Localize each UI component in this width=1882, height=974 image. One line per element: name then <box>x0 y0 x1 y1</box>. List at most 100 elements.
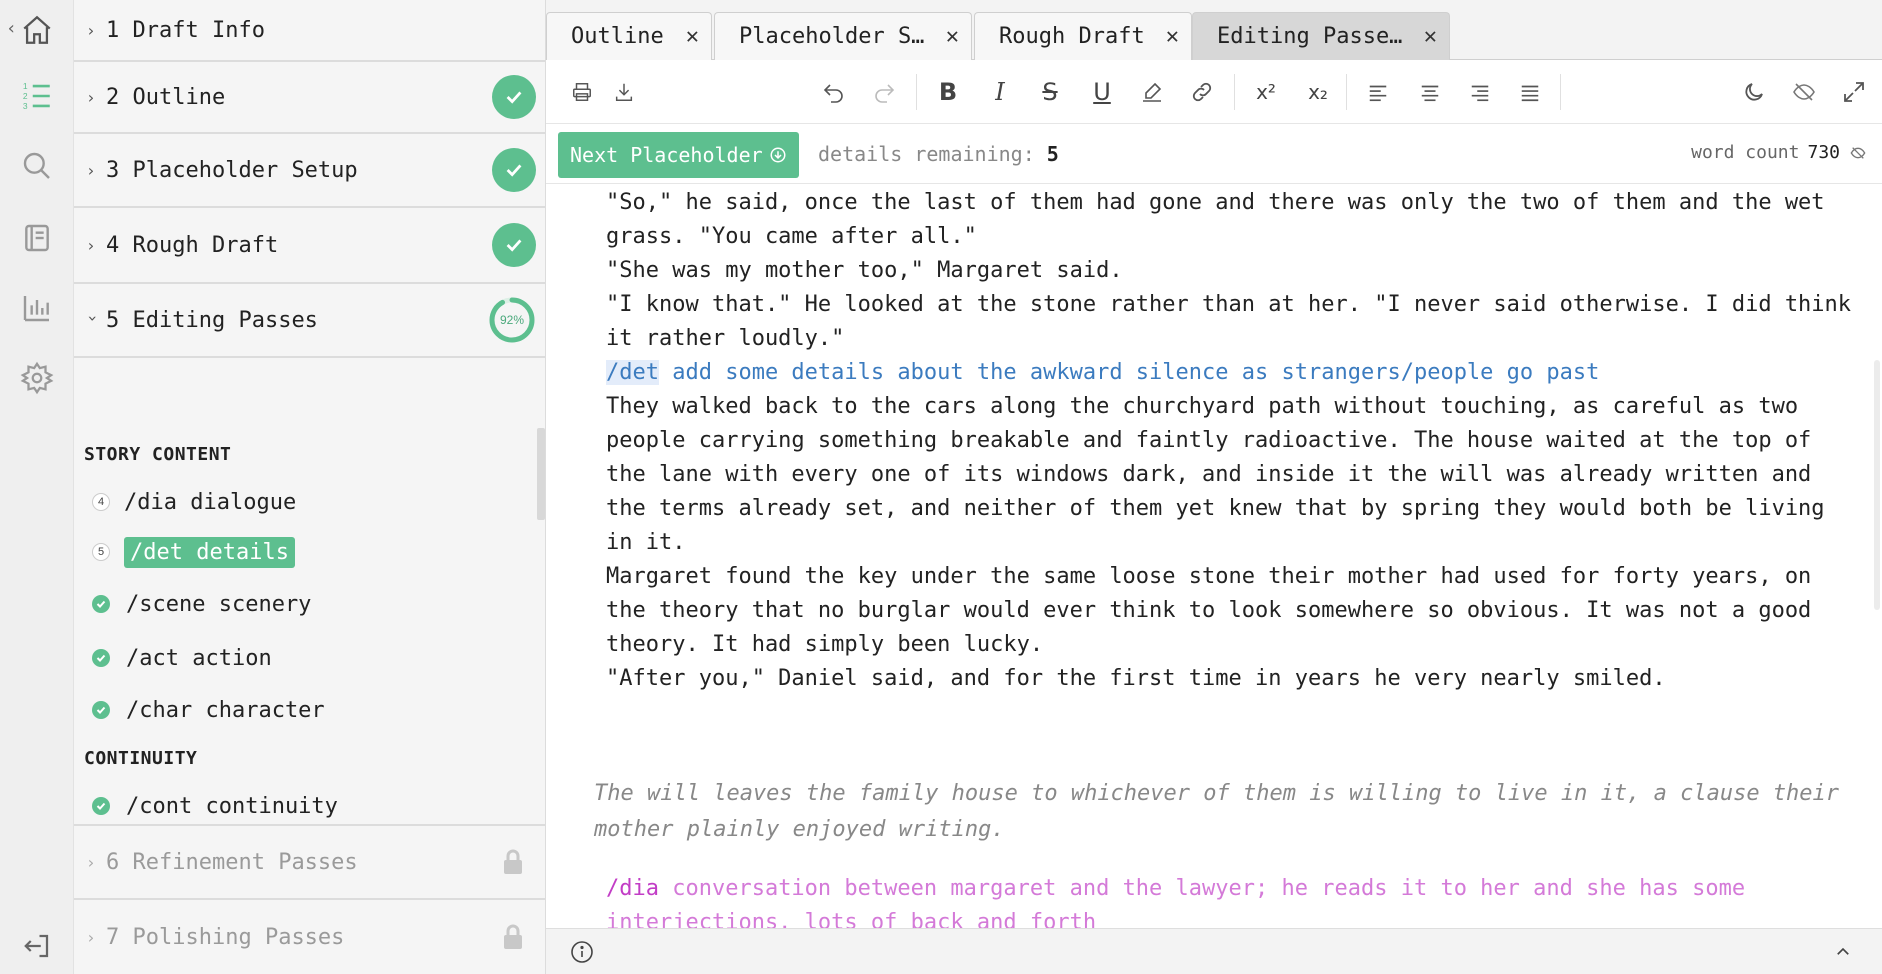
placeholder-label: /dia dialogue <box>124 489 297 515</box>
section-placeholder-setup[interactable]: › 3 Placeholder Setup <box>74 134 545 208</box>
section-number: 3 <box>106 157 120 183</box>
strikethrough-icon[interactable]: S <box>1036 78 1064 106</box>
notebook-icon <box>25 224 49 252</box>
home-icon <box>23 15 51 44</box>
editor-paragraph[interactable]: "She was my mother too," Margaret said. <box>606 254 1856 288</box>
placeholder-item-char[interactable]: /char character <box>92 692 325 728</box>
section-refinement-passes[interactable]: › 6 Refinement Passes <box>74 824 545 900</box>
notebook-button[interactable] <box>0 208 74 268</box>
align-right-icon[interactable] <box>1466 78 1494 106</box>
dark-mode-icon[interactable] <box>1740 78 1768 106</box>
search-button[interactable] <box>0 136 74 196</box>
hide-icon[interactable] <box>1790 78 1818 106</box>
undo-icon[interactable] <box>820 78 848 106</box>
home-button[interactable] <box>0 0 74 60</box>
check-icon <box>92 649 110 667</box>
info-icon[interactable] <box>570 940 594 964</box>
tab-placeholder-setup[interactable]: Placeholder S… ✕ <box>714 12 972 60</box>
placeholder-bar: Next Placeholder details remaining: 5 wo… <box>546 124 1882 184</box>
check-icon <box>492 223 536 267</box>
stats-button[interactable] <box>0 278 74 338</box>
toolbar-divider <box>1560 74 1561 110</box>
placeholder-command: /dia <box>606 876 659 901</box>
fullscreen-icon[interactable] <box>1840 78 1868 106</box>
tab-outline[interactable]: Outline ✕ <box>546 12 712 60</box>
print-icon[interactable] <box>568 78 596 106</box>
chevron-right-icon: › <box>86 852 96 872</box>
close-icon[interactable]: ✕ <box>686 24 699 49</box>
icon-rail: ‹ 123 <box>0 0 74 974</box>
stats-icon <box>23 296 49 322</box>
italic-icon[interactable]: I <box>986 78 1014 106</box>
svg-text:2: 2 <box>23 91 28 101</box>
placeholder-item-cont[interactable]: /cont continuity <box>92 788 338 824</box>
svg-text:3: 3 <box>23 101 28 111</box>
editor-paragraph[interactable]: "After you," Daniel said, and for the fi… <box>606 662 1856 696</box>
story-content-heading: STORY CONTENT <box>84 444 232 465</box>
placeholder-text: add some details about the awkward silen… <box>658 360 1600 385</box>
placeholder-item-act[interactable]: /act action <box>92 640 272 676</box>
count-badge: 5 <box>92 543 110 561</box>
editor[interactable]: "So," he said, once the last of them had… <box>546 184 1882 928</box>
check-icon <box>92 797 110 815</box>
tab-editing-passes[interactable]: Editing Passe… ✕ <box>1192 12 1450 60</box>
placeholder-item-det[interactable]: 5 /det details <box>92 534 295 570</box>
underline-icon[interactable]: U <box>1088 78 1116 106</box>
editor-paragraph[interactable]: "So," he said, once the last of them had… <box>606 186 1856 254</box>
align-justify-icon[interactable] <box>1516 78 1544 106</box>
bold-icon[interactable]: B <box>934 78 962 106</box>
section-title: Outline <box>132 84 226 110</box>
next-placeholder-button[interactable]: Next Placeholder <box>558 132 799 178</box>
close-icon[interactable]: ✕ <box>946 24 959 49</box>
highlighter-icon[interactable] <box>1138 78 1166 106</box>
editor-scrollbar[interactable] <box>1874 360 1880 610</box>
remaining-counter: details remaining: 5 <box>818 142 1059 166</box>
format-toolbar: B I S U x² x₂ <box>546 60 1882 124</box>
det-placeholder[interactable]: /det add some details about the awkward … <box>606 356 1856 390</box>
superscript-icon[interactable]: x² <box>1252 78 1280 106</box>
outline-note[interactable]: The will leaves the family house to whic… <box>594 776 1844 848</box>
close-icon[interactable]: ✕ <box>1166 24 1179 49</box>
redo-icon[interactable] <box>870 78 898 106</box>
dia-placeholder[interactable]: /dia conversation between margaret and t… <box>606 872 1856 928</box>
editor-paragraph[interactable]: Margaret found the key under the same lo… <box>606 560 1856 662</box>
logout-button[interactable] <box>0 916 74 974</box>
tab-label: Outline <box>571 24 664 49</box>
chevron-right-icon: › <box>86 20 96 40</box>
placeholder-item-scene[interactable]: /scene scenery <box>92 586 311 622</box>
section-rough-draft[interactable]: › 4 Rough Draft <box>74 208 545 284</box>
download-icon[interactable] <box>610 78 638 106</box>
arrow-circle-icon <box>769 146 787 164</box>
section-title: Draft Info <box>132 17 265 43</box>
settings-button[interactable] <box>0 348 74 408</box>
section-number: 4 <box>106 232 120 258</box>
chevron-up-icon[interactable] <box>1834 943 1852 961</box>
section-title: Refinement Passes <box>132 849 358 875</box>
align-center-icon[interactable] <box>1416 78 1444 106</box>
section-title: Rough Draft <box>132 232 279 258</box>
section-outline[interactable]: › 2 Outline <box>74 62 545 134</box>
section-polishing-passes[interactable]: › 7 Polishing Passes <box>74 900 545 974</box>
close-icon[interactable]: ✕ <box>1424 24 1437 49</box>
editor-paragraph[interactable]: "I know that." He looked at the stone ra… <box>606 288 1856 356</box>
align-left-icon[interactable] <box>1364 78 1392 106</box>
tab-rough-draft[interactable]: Rough Draft ✕ <box>974 12 1192 60</box>
outline-nav-button[interactable]: 123 <box>0 66 74 126</box>
search-icon <box>23 152 50 179</box>
section-title: Placeholder Setup <box>132 157 358 183</box>
sidebar: › 1 Draft Info › 2 Outline › 3 Placehold… <box>74 0 546 974</box>
section-number: 2 <box>106 84 120 110</box>
eye-off-icon[interactable] <box>1850 145 1866 161</box>
chevron-right-icon: › <box>86 235 96 255</box>
word-count-value: 730 <box>1807 142 1840 163</box>
placeholder-text: conversation between margaret and the la… <box>606 876 1746 928</box>
lock-icon <box>502 849 524 875</box>
section-draft-info[interactable]: › 1 Draft Info <box>74 0 545 62</box>
section-number: 5 <box>106 307 120 333</box>
editor-paragraph[interactable]: They walked back to the cars along the c… <box>606 390 1856 560</box>
section-editing-passes[interactable]: › 5 Editing Passes 92% <box>74 284 545 358</box>
sidebar-scrollbar[interactable] <box>537 428 545 520</box>
link-icon[interactable] <box>1188 78 1216 106</box>
subscript-icon[interactable]: x₂ <box>1304 78 1332 106</box>
placeholder-item-dia[interactable]: 4 /dia dialogue <box>92 484 296 520</box>
